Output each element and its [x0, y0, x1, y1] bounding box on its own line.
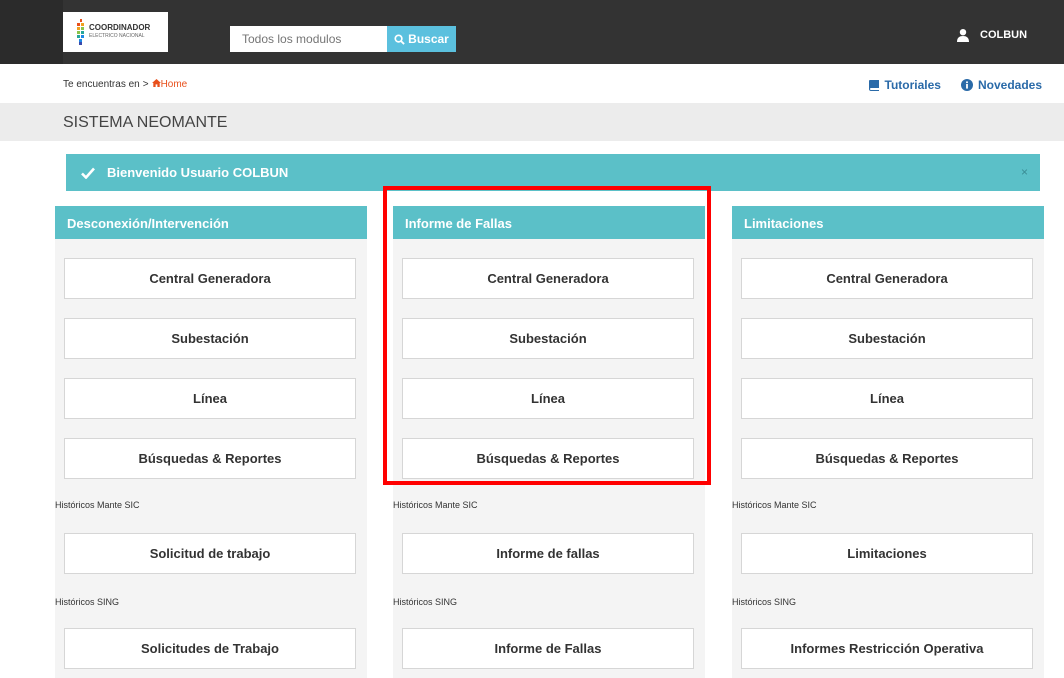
welcome-alert: Bienvenido Usuario COLBUN × [66, 154, 1040, 191]
subestacion-button[interactable]: Subestación [64, 318, 356, 359]
logo-title: COORDINADOR [89, 23, 151, 32]
search-input[interactable] [230, 26, 387, 52]
check-icon [81, 167, 95, 179]
news-link[interactable]: Novedades [960, 78, 1042, 92]
solicitud-trabajo-button[interactable]: Solicitud de trabajo [64, 533, 356, 574]
coordinador-logo[interactable]: COORDINADOR ELECTRICO NACIONAL [63, 12, 168, 52]
column-header: Desconexión/Intervención [55, 206, 367, 239]
limitaciones-button[interactable]: Limitaciones [741, 533, 1033, 574]
historicos-sic-label: Históricos Mante SIC [55, 500, 140, 510]
column-limitaciones: Limitaciones Central Generadora Subestac… [732, 206, 1044, 678]
breadcrumb-home[interactable]: Home [151, 79, 188, 90]
informe-fallas-sic-button[interactable]: Informe de fallas [402, 533, 694, 574]
solicitudes-trabajo-button[interactable]: Solicitudes de Trabajo [64, 628, 356, 669]
informe-fallas-sing-button[interactable]: Informe de Fallas [402, 628, 694, 669]
subestacion-button[interactable]: Subestación [741, 318, 1033, 359]
page-title-band: SISTEMA NEOMANTE [0, 103, 1064, 141]
home-icon [151, 79, 161, 87]
busquedas-reportes-button[interactable]: Búsquedas & Reportes [741, 438, 1033, 479]
linea-button[interactable]: Línea [64, 378, 356, 419]
tutorials-link[interactable]: Tutoriales [868, 78, 941, 92]
user-name: COLBUN [980, 29, 1028, 41]
historicos-sing-label: Históricos SING [393, 597, 458, 607]
logo-subtitle: ELECTRICO NACIONAL [89, 33, 145, 39]
breadcrumb: Te encuentras en > Home [63, 79, 187, 90]
linea-button[interactable]: Línea [741, 378, 1033, 419]
historicos-sic-label: Históricos Mante SIC [393, 500, 478, 510]
logo-mark-icon [77, 19, 84, 45]
search-button[interactable]: Buscar [387, 26, 456, 52]
historicos-sing-label: Históricos SING [732, 597, 797, 607]
user-icon [957, 29, 969, 42]
news-label: Novedades [977, 78, 1042, 92]
user-menu[interactable]: COLBUN [956, 28, 1027, 42]
central-generadora-button[interactable]: Central Generadora [64, 258, 356, 299]
subestacion-button[interactable]: Subestación [402, 318, 694, 359]
column-desconexion: Desconexión/Intervención Central Generad… [55, 206, 367, 678]
search-icon [394, 33, 405, 45]
breadcrumb-prefix: Te encuentras en [63, 79, 140, 90]
tutorials-label: Tutoriales [884, 78, 941, 92]
header-links: Tutoriales Novedades [868, 78, 1042, 92]
book-icon [868, 80, 879, 91]
top-bar-left-band [0, 0, 63, 64]
top-bar: COORDINADOR ELECTRICO NACIONAL Buscar CO… [0, 0, 1064, 64]
central-generadora-button[interactable]: Central Generadora [402, 258, 694, 299]
busquedas-reportes-button[interactable]: Búsquedas & Reportes [402, 438, 694, 479]
info-icon [960, 79, 973, 91]
linea-button[interactable]: Línea [402, 378, 694, 419]
search-button-label: Buscar [408, 32, 449, 46]
column-header: Limitaciones [732, 206, 1044, 239]
central-generadora-button[interactable]: Central Generadora [741, 258, 1033, 299]
page-title: SISTEMA NEOMANTE [63, 114, 228, 131]
historicos-sing-label: Históricos SING [55, 597, 120, 607]
welcome-message: Bienvenido Usuario COLBUN [107, 165, 289, 180]
historicos-sic-label: Históricos Mante SIC [732, 500, 817, 510]
column-header: Informe de Fallas [393, 206, 705, 239]
informes-restriccion-button[interactable]: Informes Restricción Operativa [741, 628, 1033, 669]
close-icon[interactable]: × [1021, 165, 1028, 179]
breadcrumb-separator: > [142, 79, 149, 90]
column-informe-fallas: Informe de Fallas Central Generadora Sub… [393, 206, 705, 678]
busquedas-reportes-button[interactable]: Búsquedas & Reportes [64, 438, 356, 479]
breadcrumb-home-label: Home [160, 79, 188, 90]
